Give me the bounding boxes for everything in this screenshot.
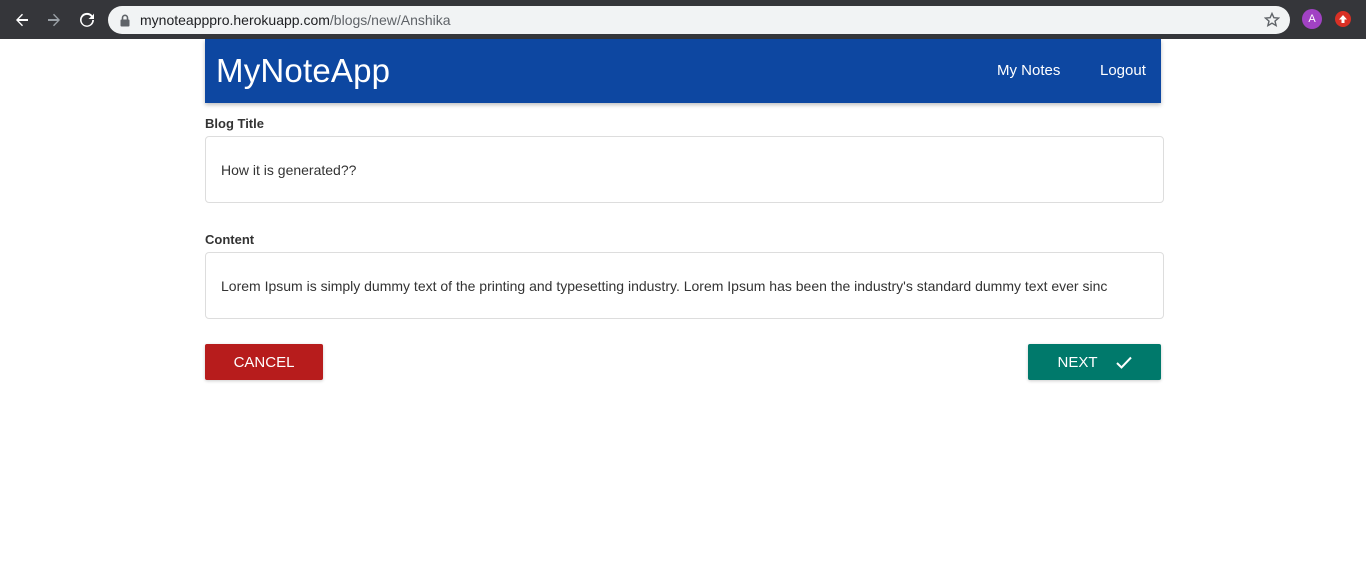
nav-my-notes[interactable]: My Notes <box>997 62 1060 79</box>
lock-icon <box>120 14 130 27</box>
cancel-button-label: CANCEL <box>233 353 295 371</box>
reload-button[interactable] <box>75 8 99 32</box>
content-input[interactable] <box>205 252 1164 319</box>
blog-title-input[interactable] <box>205 136 1164 203</box>
extension-icon[interactable] <box>1335 11 1351 27</box>
arrow-left-icon <box>13 11 31 29</box>
app-header: MyNoteApp My Notes Logout <box>205 39 1161 103</box>
check-icon <box>1115 356 1132 369</box>
forward-button[interactable] <box>42 8 66 32</box>
url-host: mynoteapppro.herokuapp.com <box>140 12 330 28</box>
profile-avatar[interactable]: A <box>1302 9 1322 29</box>
content-label: Content <box>205 232 255 247</box>
arrow-right-icon <box>45 11 63 29</box>
url-path: /blogs/new/Anshika <box>329 12 451 28</box>
address-bar[interactable]: mynoteapppro.herokuapp.com/blogs/new/Ans… <box>108 6 1290 34</box>
brand-logo[interactable]: MyNoteApp <box>216 52 390 90</box>
nav-logout[interactable]: Logout <box>1100 62 1146 79</box>
reload-icon <box>78 11 96 29</box>
cancel-button[interactable]: CANCEL <box>205 344 323 380</box>
next-button[interactable]: NEXT <box>1028 344 1161 380</box>
back-button[interactable] <box>10 8 34 32</box>
blog-title-label: Blog Title <box>205 116 264 131</box>
star-icon[interactable] <box>1264 12 1280 28</box>
browser-toolbar: mynoteapppro.herokuapp.com/blogs/new/Ans… <box>0 0 1366 39</box>
next-button-label: NEXT <box>1057 353 1098 371</box>
